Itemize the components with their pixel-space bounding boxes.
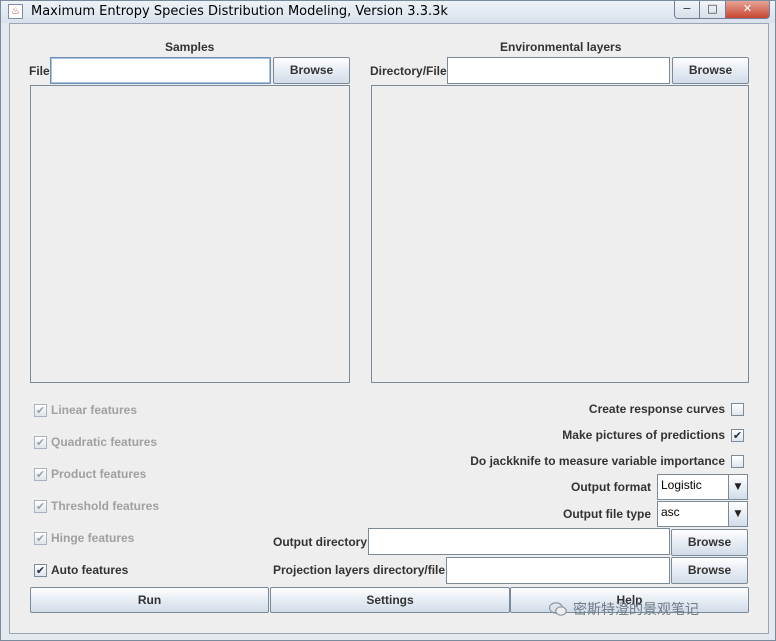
- jackknife-checkbox[interactable]: [731, 455, 744, 468]
- check-mark-icon: ✔: [35, 436, 46, 449]
- output-file-type-select[interactable]: asc ▼: [657, 501, 748, 527]
- output-format-value: Logistic: [661, 478, 702, 492]
- check-mark-icon: ✔: [35, 532, 46, 545]
- output-dir-input[interactable]: [369, 529, 669, 554]
- check-mark-icon: ✔: [35, 404, 46, 417]
- product-features-checkbox[interactable]: ✔: [34, 468, 47, 481]
- java-app-icon: ♨: [8, 4, 23, 19]
- pictures-label: Make pictures of predictions: [562, 428, 725, 442]
- output-format-label: Output format: [571, 480, 651, 494]
- close-button[interactable]: ✕: [726, 1, 770, 19]
- samples-file-input[interactable]: [51, 58, 270, 83]
- window-title: Maximum Entropy Species Distribution Mod…: [31, 4, 448, 19]
- threshold-features-label: Threshold features: [51, 499, 160, 513]
- env-dir-label: Directory/File: [370, 64, 447, 78]
- settings-button[interactable]: Settings: [270, 587, 510, 613]
- threshold-features-checkbox[interactable]: ✔: [34, 500, 47, 513]
- chevron-down-icon: ▼: [728, 502, 747, 526]
- check-mark-icon: ✔: [732, 429, 743, 442]
- projection-browse-button[interactable]: Browse: [671, 557, 748, 584]
- watermark-text: 密斯特澄的景观笔记: [573, 602, 699, 618]
- projection-dir-input[interactable]: [447, 558, 669, 583]
- check-mark-icon: ✔: [35, 500, 46, 513]
- env-dir-field[interactable]: [447, 57, 670, 84]
- minimize-button[interactable]: −: [674, 1, 700, 19]
- env-layers-list[interactable]: [371, 85, 749, 383]
- env-layers-heading: Environmental layers: [500, 40, 622, 54]
- env-dir-input[interactable]: [448, 58, 669, 83]
- title-bar[interactable]: ♨ Maximum Entropy Species Distribution M…: [1, 1, 775, 23]
- output-format-select[interactable]: Logistic ▼: [657, 474, 748, 500]
- pictures-checkbox[interactable]: ✔: [731, 429, 744, 442]
- output-file-type-value: asc: [661, 505, 680, 519]
- linear-features-label: Linear features: [51, 403, 138, 417]
- check-mark-icon: ✔: [35, 468, 46, 481]
- product-features-label: Product features: [51, 467, 147, 481]
- projection-dir-label: Projection layers directory/file: [273, 563, 446, 577]
- jackknife-label: Do jackknife to measure variable importa…: [470, 454, 725, 468]
- hinge-features-label: Hinge features: [51, 531, 135, 545]
- output-file-type-label: Output file type: [563, 507, 651, 521]
- main-panel: Samples File Browse Environmental layers…: [9, 23, 769, 634]
- run-button[interactable]: Run: [30, 587, 269, 613]
- auto-features-checkbox[interactable]: ✔: [34, 564, 47, 577]
- maximize-button[interactable]: □: [700, 1, 726, 19]
- check-mark-icon: ✔: [35, 564, 46, 577]
- samples-heading: Samples: [165, 40, 215, 54]
- auto-features-label: Auto features: [51, 563, 129, 577]
- output-dir-label: Output directory: [273, 535, 368, 549]
- chevron-down-icon: ▼: [728, 475, 747, 499]
- output-browse-button[interactable]: Browse: [671, 529, 748, 556]
- samples-list[interactable]: [30, 85, 350, 383]
- hinge-features-checkbox[interactable]: ✔: [34, 532, 47, 545]
- samples-file-label: File: [29, 64, 50, 78]
- wechat-icon: [548, 602, 567, 616]
- quadratic-features-label: Quadratic features: [51, 435, 158, 449]
- linear-features-checkbox[interactable]: ✔: [34, 404, 47, 417]
- output-dir-field[interactable]: [368, 528, 670, 555]
- window-controls: − □ ✕: [674, 1, 770, 19]
- response-curves-label: Create response curves: [588, 402, 725, 416]
- samples-browse-button[interactable]: Browse: [273, 57, 350, 84]
- watermark: 密斯特澄的景观笔记: [548, 599, 699, 619]
- maxent-window: ♨ Maximum Entropy Species Distribution M…: [0, 0, 776, 641]
- projection-dir-field[interactable]: [446, 557, 670, 584]
- samples-file-field[interactable]: [50, 57, 271, 84]
- env-browse-button[interactable]: Browse: [672, 57, 749, 84]
- response-curves-checkbox[interactable]: [731, 403, 744, 416]
- quadratic-features-checkbox[interactable]: ✔: [34, 436, 47, 449]
